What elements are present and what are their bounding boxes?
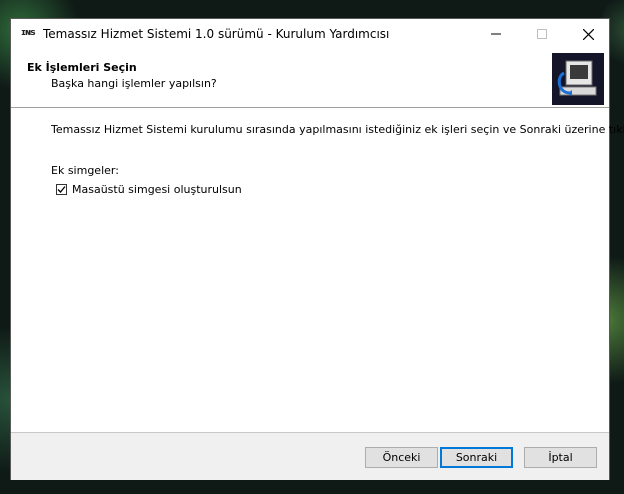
wizard-footer: Önceki Sonraki İptal xyxy=(11,433,609,480)
page-subtitle: Başka hangi işlemler yapılsın? xyxy=(51,77,217,90)
checkmark-icon xyxy=(57,186,66,193)
wizard-computer-icon xyxy=(552,53,604,105)
page-title: Ek İşlemleri Seçin xyxy=(27,61,137,74)
header-separator xyxy=(11,107,609,108)
maximize-icon xyxy=(537,29,547,39)
maximize-button[interactable] xyxy=(519,19,565,49)
close-button[interactable] xyxy=(565,19,611,49)
additional-icons-label: Ek simgeler: xyxy=(51,164,119,177)
close-icon xyxy=(582,28,594,40)
desktop-icon-option[interactable]: Masaüstü simgesi oluşturulsun xyxy=(56,183,242,196)
instruction-text: Temassız Hizmet Sistemi kurulumu sırasın… xyxy=(51,123,624,136)
app-icon: ɪɴs xyxy=(21,28,36,38)
next-button[interactable]: Sonraki xyxy=(440,447,513,468)
window-title: Temassız Hizmet Sistemi 1.0 sürümü - Kur… xyxy=(43,27,390,41)
setup-wizard-window: ɪɴs Temassız Hizmet Sistemi 1.0 sürümü -… xyxy=(10,18,624,480)
title-bar: ɪɴs Temassız Hizmet Sistemi 1.0 sürümü -… xyxy=(11,19,609,49)
desktop-icon-checkbox[interactable] xyxy=(56,184,67,195)
desktop-icon-checkbox-label[interactable]: Masaüstü simgesi oluşturulsun xyxy=(72,183,242,196)
back-button[interactable]: Önceki xyxy=(365,447,438,468)
cancel-button[interactable]: İptal xyxy=(524,447,597,468)
minimize-button[interactable] xyxy=(473,19,519,49)
wizard-header: Ek İşlemleri Seçin Başka hangi işlemler … xyxy=(11,49,609,107)
minimize-icon xyxy=(491,33,501,35)
